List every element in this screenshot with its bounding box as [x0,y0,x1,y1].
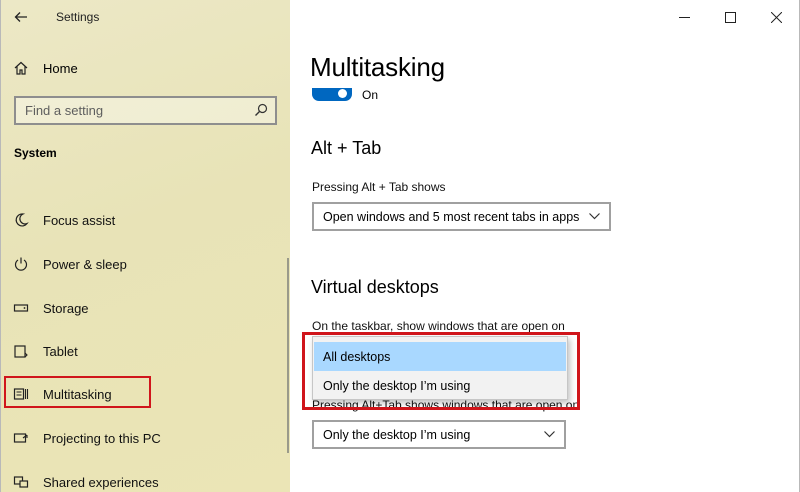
minimize-button[interactable] [661,0,707,34]
toggle-switch[interactable] [312,88,352,101]
section-title: System [14,146,57,160]
alt-tab-desktops-value: Only the desktop I’m using [323,427,471,442]
title-bar: Settings [1,0,291,34]
sidebar-item-storage[interactable]: Storage [13,295,273,321]
sidebar-item-label: Home [43,60,78,76]
storage-icon [13,304,29,312]
maximize-button[interactable] [707,0,753,34]
search-box[interactable] [14,96,277,125]
sidebar-scrollbar[interactable] [287,258,289,453]
sidebar: Settings Home System Focus assist Power … [0,0,290,492]
chevron-down-icon [589,213,600,220]
sidebar-item-label: Storage [43,300,89,316]
power-icon [14,257,28,271]
projecting-icon [13,433,28,443]
sidebar-item-tablet[interactable]: Tablet [13,338,273,364]
minimize-icon [678,16,690,18]
main-pane: Multitasking On Alt + Tab Pressing Alt +… [290,0,800,492]
alt-tab-dropdown-value: Open windows and 5 most recent tabs in a… [323,209,580,224]
search-icon[interactable] [254,103,268,117]
sidebar-item-label: Projecting to this PC [43,430,161,446]
virtual-desktops-heading: Virtual desktops [311,277,439,297]
highlight-box-dropdown [302,332,580,410]
search-input[interactable] [25,103,245,118]
page-title: Multitasking [310,52,445,82]
sidebar-item-label: Power & sleep [43,256,127,272]
highlight-box-multitasking [4,376,151,408]
window-controls [661,0,799,34]
toggle-state-label: On [362,88,379,102]
sidebar-item-shared-experiences[interactable]: Shared experiences [13,469,273,492]
alt-tab-dropdown[interactable]: Open windows and 5 most recent tabs in a… [312,202,611,231]
close-button[interactable] [753,0,799,34]
back-arrow-icon[interactable] [13,9,29,25]
sidebar-item-label: Shared experiences [43,474,159,490]
sidebar-item-projecting[interactable]: Projecting to this PC [13,425,273,451]
chevron-down-icon [544,431,555,438]
sidebar-item-focus-assist[interactable]: Focus assist [13,207,273,233]
sidebar-item-home[interactable]: Home [13,56,78,80]
sidebar-item-power-sleep[interactable]: Power & sleep [13,251,273,277]
sidebar-item-label: Focus assist [43,212,116,228]
tablet-icon [14,345,28,358]
taskbar-windows-label: On the taskbar, show windows that are op… [312,319,565,333]
toggle-knob [338,89,347,98]
close-icon [770,11,782,23]
alt-tab-heading: Alt + Tab [311,138,382,158]
shared-experiences-icon [13,476,29,488]
sidebar-item-label: Tablet [43,343,78,359]
maximize-icon [724,11,736,23]
moon-icon [15,213,29,227]
app-title: Settings [56,10,100,24]
alt-tab-label: Pressing Alt + Tab shows [312,180,446,194]
alt-tab-desktops-dropdown[interactable]: Only the desktop I’m using [312,420,566,449]
home-icon [14,61,28,75]
